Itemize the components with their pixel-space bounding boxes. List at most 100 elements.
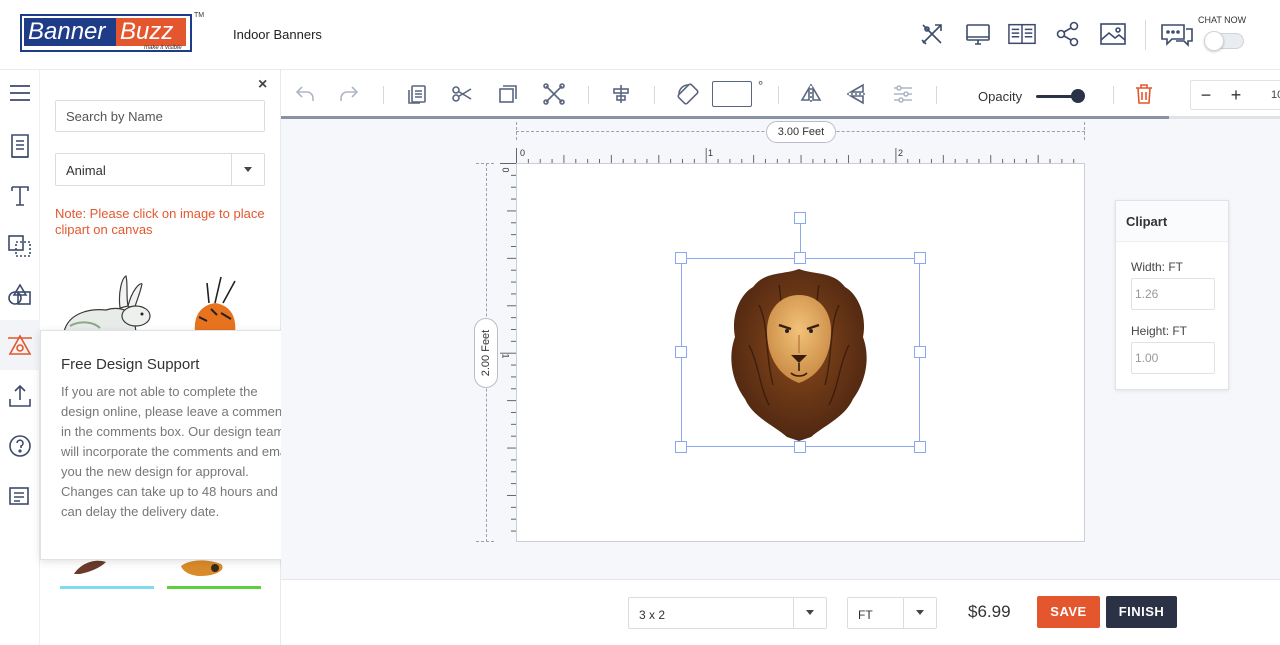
height-dimension-text: 2.00 Feet [480, 329, 492, 377]
opacity-slider[interactable] [1036, 95, 1076, 98]
toolbar-separator [778, 86, 779, 104]
opacity-slider-knob[interactable] [1071, 89, 1085, 103]
vertical-ruler: 0 1 [500, 163, 516, 542]
search-input[interactable] [55, 100, 265, 132]
size-value: 3 x 2 [639, 608, 666, 622]
resize-handle-w[interactable] [675, 346, 687, 358]
rotate-icon[interactable] [676, 82, 700, 106]
menu-icon[interactable] [6, 79, 34, 107]
upload-icon[interactable] [6, 382, 34, 410]
chevron-down-icon [244, 167, 252, 172]
rotate-handle[interactable] [794, 212, 806, 224]
chevron-down-icon [806, 610, 814, 615]
resize-handle-sw[interactable] [675, 441, 687, 453]
logo-buzz-text: Buzz [116, 18, 186, 46]
ruler-v-label: 0 [500, 167, 511, 173]
clipart-icon[interactable] [6, 332, 34, 360]
select-separator [903, 598, 904, 628]
width-dimension-label: 3.00 Feet [766, 121, 836, 143]
left-rail [0, 70, 40, 645]
select-separator [231, 154, 232, 185]
clipart-thumb-rabbit[interactable] [60, 270, 156, 333]
image-icon[interactable] [1099, 20, 1127, 48]
finish-button[interactable]: FINISH [1106, 596, 1177, 628]
logo-trademark: TM [194, 12, 205, 19]
footer-bar: 3 x 2 FT $6.99 SAVE FINISH [281, 579, 1280, 645]
category-select[interactable]: Animal [55, 153, 265, 186]
resize-handle-nw[interactable] [675, 252, 687, 264]
editor-toolbar: ° Opacity − + 100 [281, 70, 1280, 118]
rotation-input[interactable] [712, 81, 752, 107]
adjust-icon[interactable] [891, 82, 915, 106]
width-dimension-end [516, 122, 517, 140]
height-input[interactable]: 1.00 [1131, 342, 1215, 374]
width-input[interactable]: 1.26 [1131, 278, 1215, 310]
redo-icon[interactable] [337, 82, 361, 106]
chat-toggle[interactable] [1204, 31, 1244, 51]
ruler-v-label: 1 [500, 353, 511, 359]
header: Banner Buzz make it visible TM Indoor Ba… [0, 0, 1280, 70]
ruler-h-label: 2 [898, 148, 904, 158]
select-separator [793, 598, 794, 628]
ruler-h-label: 1 [708, 148, 714, 158]
chevron-down-icon [916, 610, 924, 615]
duplicate-icon[interactable] [496, 82, 520, 106]
design-tools-icon[interactable] [918, 20, 946, 48]
shapes-icon[interactable] [6, 281, 34, 309]
ruler-h-label: 0 [520, 148, 526, 158]
props-header: Clipart [1116, 201, 1228, 242]
category-value: Animal [66, 163, 106, 178]
popup-body: If you are not able to complete the desi… [61, 384, 293, 519]
size-select[interactable]: 3 x 2 [628, 597, 827, 629]
desktop-preview-icon[interactable] [964, 20, 992, 48]
header-divider [1145, 20, 1146, 50]
zoom-control: − + 100 [1190, 80, 1280, 110]
share-icon[interactable] [1054, 20, 1082, 48]
book-preview-icon[interactable] [1008, 20, 1036, 48]
chat-now-label: CHAT NOW [1198, 15, 1247, 25]
unit-value: FT [858, 608, 873, 622]
chat-icon[interactable] [1160, 20, 1194, 48]
toolbar-separator [654, 86, 655, 104]
toolbar-separator [588, 86, 589, 104]
logo-tagline: make it visible [144, 45, 182, 51]
resize-handle-n[interactable] [794, 252, 806, 264]
align-center-icon[interactable] [609, 82, 633, 106]
crop-icon[interactable] [542, 82, 566, 106]
undo-icon[interactable] [293, 82, 317, 106]
height-label: Height: FT [1131, 324, 1188, 338]
comments-icon[interactable] [6, 482, 34, 510]
selection-box [681, 258, 920, 447]
flip-horizontal-icon[interactable] [799, 82, 823, 106]
resize-handle-e[interactable] [914, 346, 926, 358]
popup-title: Free Design Support [61, 356, 200, 373]
opacity-label: Opacity [978, 89, 1023, 104]
flip-vertical-icon[interactable] [845, 82, 869, 106]
layers-icon[interactable] [6, 232, 34, 260]
panel-close-icon[interactable]: × [258, 76, 267, 94]
props-title: Clipart [1126, 214, 1168, 229]
text-icon[interactable] [6, 182, 34, 210]
resize-handle-se[interactable] [914, 441, 926, 453]
zoom-value: 100 [1271, 89, 1280, 101]
zoom-in-button[interactable]: + [1223, 84, 1249, 108]
width-dimension-end [1084, 122, 1085, 140]
unit-select[interactable]: FT [847, 597, 937, 629]
resize-handle-ne[interactable] [914, 252, 926, 264]
height-dimension-end [476, 163, 494, 164]
clipart-properties-panel: Clipart Width: FT 1.26 Height: FT 1.00 [1115, 200, 1229, 390]
delete-icon[interactable] [1132, 82, 1156, 106]
templates-icon[interactable] [6, 132, 34, 160]
zoom-out-button[interactable]: − [1193, 84, 1219, 108]
design-support-popup: × Free Design Support If you are not abl… [40, 330, 310, 560]
cut-icon[interactable] [450, 82, 474, 106]
copy-icon[interactable] [405, 82, 429, 106]
resize-handle-s[interactable] [794, 441, 806, 453]
help-icon[interactable] [6, 432, 34, 460]
price: $6.99 [968, 602, 1011, 621]
bannerbuzz-logo[interactable]: Banner Buzz make it visible TM [20, 12, 204, 54]
save-button[interactable]: SAVE [1037, 596, 1100, 628]
height-dimension-label: 2.00 Feet [474, 318, 498, 388]
clipart-thumb-tiger[interactable] [185, 273, 245, 333]
degree-symbol: ° [758, 78, 764, 93]
